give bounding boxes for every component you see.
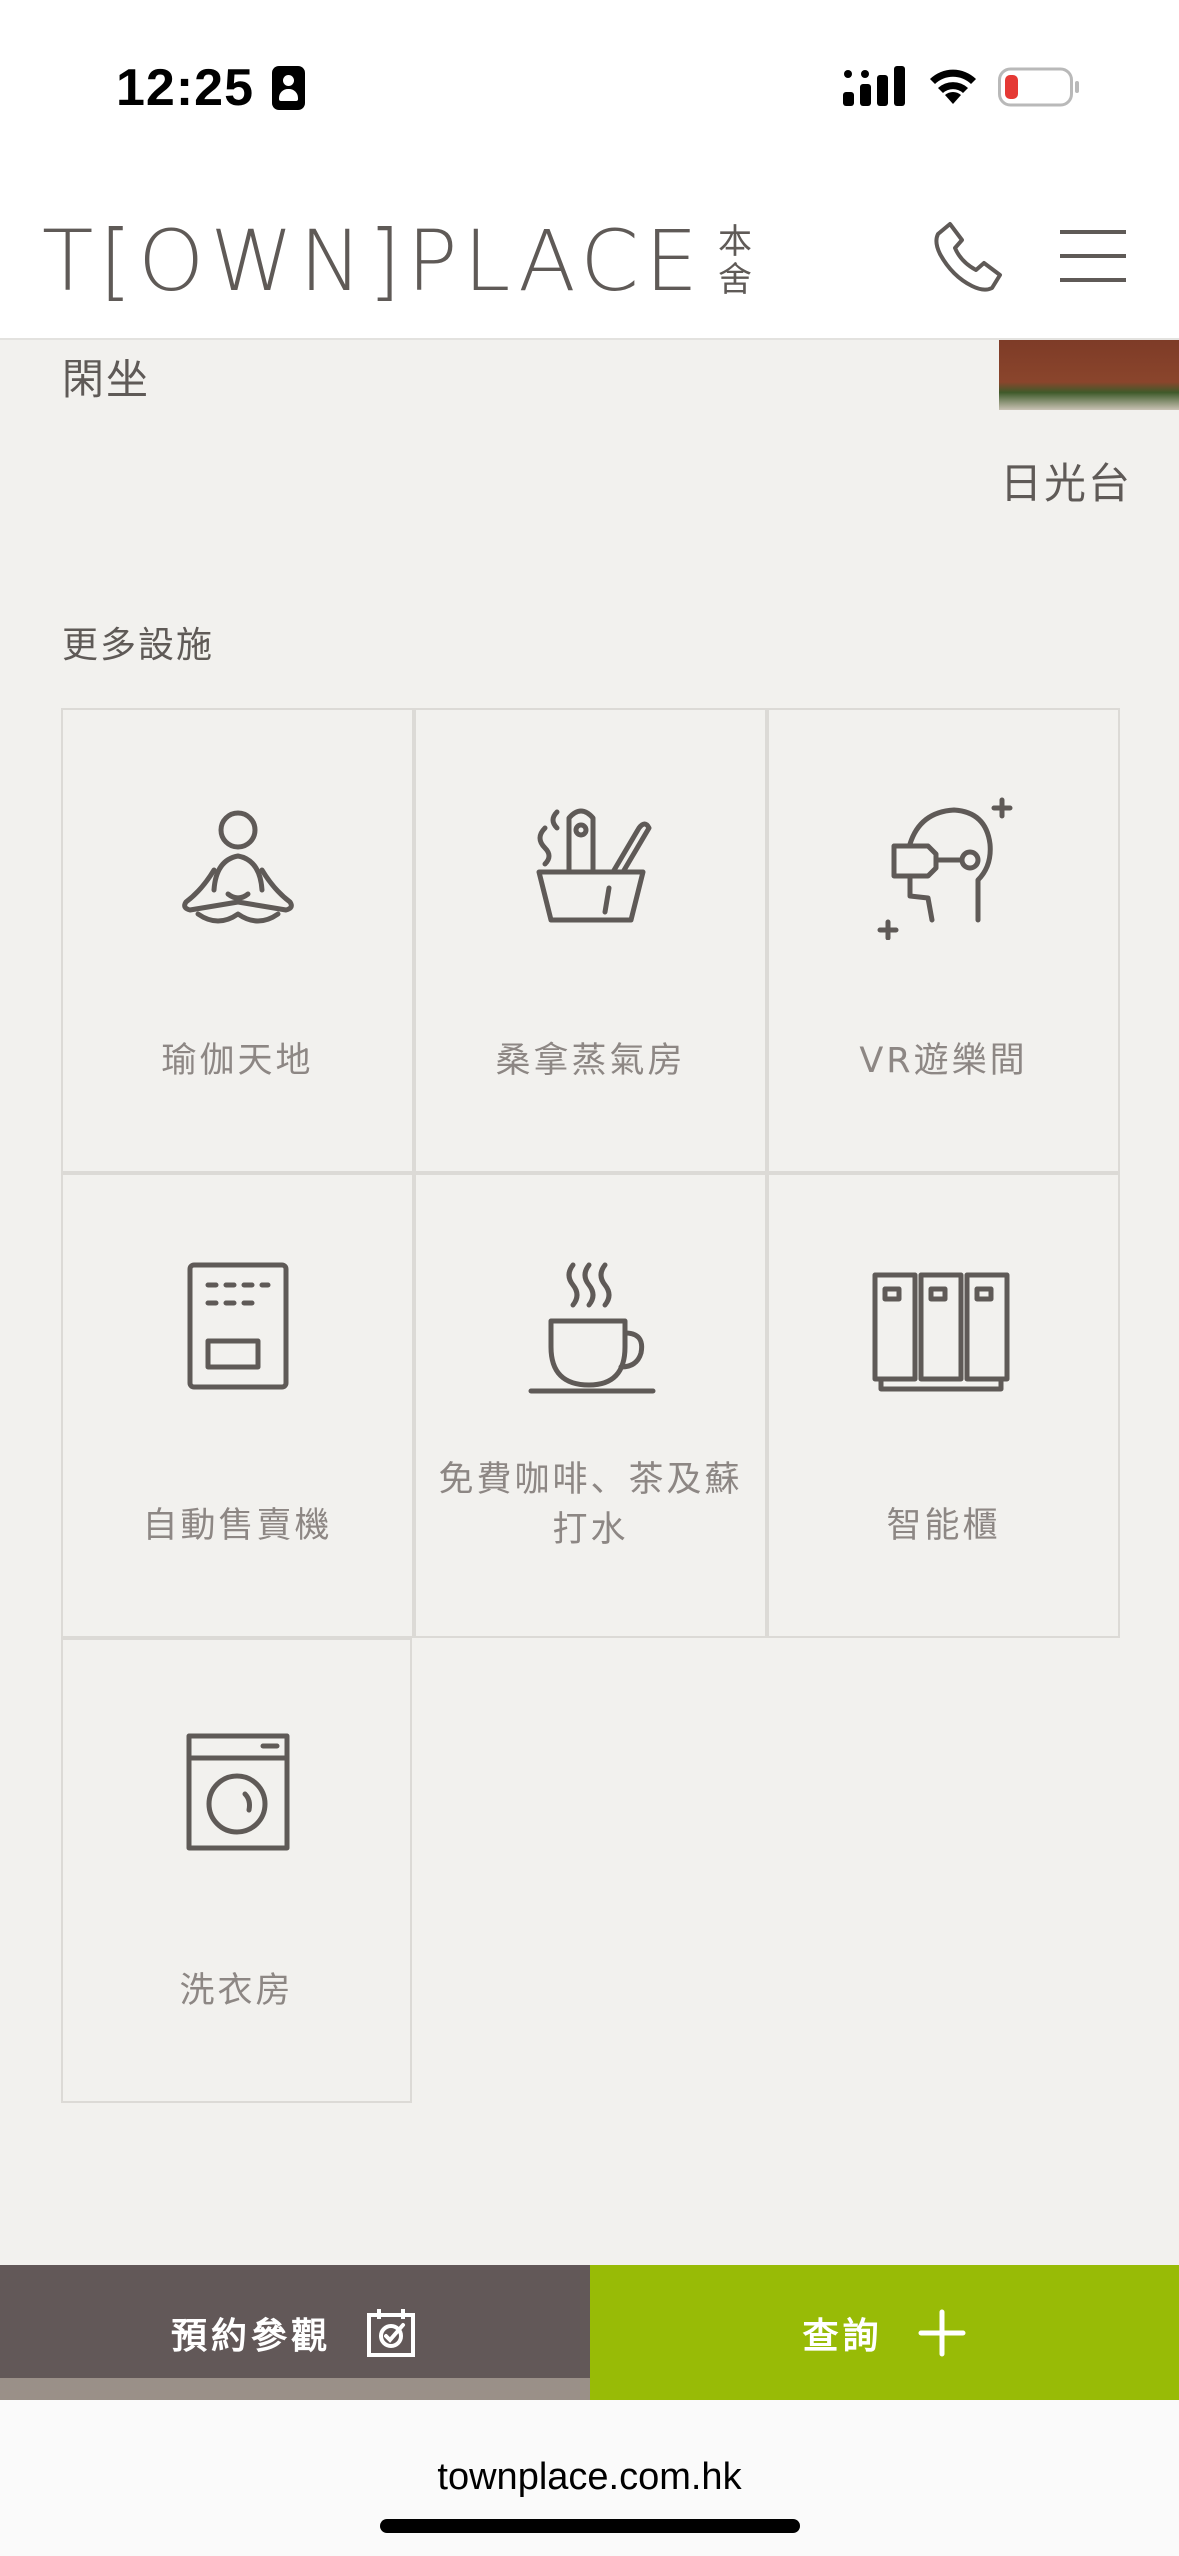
washing-machine-icon xyxy=(167,1720,307,1870)
site-header: T[OWN]PLACE 本 舍 xyxy=(0,150,1179,340)
facility-label: 自動售賣機 xyxy=(142,1506,333,1546)
sun-deck-label: 日光台 xyxy=(1000,459,1133,508)
townplace-logo[interactable]: T[OWN]PLACE 本 舍 xyxy=(42,216,752,306)
facility-label: VR遊樂間 xyxy=(859,1041,1028,1081)
facility-label: 洗衣房 xyxy=(179,1971,294,2011)
url-text[interactable]: townplace.com.hk xyxy=(0,2456,1179,2499)
sun-deck-image xyxy=(999,340,1179,410)
status-bar: 12:25 xyxy=(0,0,1179,150)
more-facilities-title: 更多設施 xyxy=(62,625,215,666)
facility-label: 桑拿蒸氣房 xyxy=(495,1041,686,1081)
cta-bar: 預約參觀 查詢 xyxy=(0,2265,1179,2400)
enquiry-button[interactable]: 查詢 xyxy=(590,2265,1179,2400)
facility-vr: VR遊樂間 xyxy=(767,708,1120,1173)
smart-locker-icon xyxy=(869,1255,1019,1405)
battery-icon xyxy=(998,67,1079,107)
logo-wordmark: T[OWN]PLACE xyxy=(42,212,704,310)
facility-label: 瑜伽天地 xyxy=(161,1041,314,1081)
book-visit-button[interactable]: 預約參觀 xyxy=(0,2265,590,2400)
logo-cn-top: 本 xyxy=(717,222,752,262)
status-time: 12:25 xyxy=(116,59,254,117)
plus-icon xyxy=(918,2309,965,2356)
facility-vending-machine: 自動售賣機 xyxy=(61,1173,414,1638)
book-visit-label: 預約參觀 xyxy=(170,2315,331,2357)
facility-sauna: 桑拿蒸氣房 xyxy=(414,708,767,1173)
wifi-icon xyxy=(930,69,976,104)
home-indicator[interactable] xyxy=(380,2519,800,2533)
calendar-check-icon xyxy=(367,2308,415,2357)
coffee-cup-icon xyxy=(521,1255,661,1405)
facility-grid: 瑜伽天地 桑拿蒸氣房 VR遊樂間 自動售賣機 免費咖啡、茶及蘇打水 智能櫃 洗衣… xyxy=(61,708,1120,2108)
facility-label: 免費咖啡、茶及蘇打水 xyxy=(438,1460,743,1550)
focus-icon xyxy=(272,66,305,110)
logo-cn-bottom: 舍 xyxy=(717,260,752,300)
hamburger-menu-icon xyxy=(1060,230,1126,234)
cellular-signal-icon xyxy=(843,66,905,106)
vending-machine-icon xyxy=(168,1255,308,1405)
phone-button[interactable] xyxy=(928,216,1008,296)
facility-free-drinks: 免費咖啡、茶及蘇打水 xyxy=(414,1173,767,1638)
facility-yoga: 瑜伽天地 xyxy=(61,708,414,1173)
hamburger-menu-button[interactable] xyxy=(1060,230,1126,282)
vr-headset-icon xyxy=(874,790,1014,941)
facility-label: 智能櫃 xyxy=(886,1506,1001,1546)
facility-laundry: 洗衣房 xyxy=(61,1638,412,2103)
sauna-icon xyxy=(521,790,661,940)
enquiry-label: 查詢 xyxy=(802,2315,883,2357)
facility-smart-locker: 智能櫃 xyxy=(767,1173,1120,1638)
logo-chinese: 本 舍 xyxy=(718,223,752,299)
yoga-icon xyxy=(168,790,308,940)
phone-icon xyxy=(934,222,1002,292)
leisure-label: 閑坐 xyxy=(62,355,151,404)
